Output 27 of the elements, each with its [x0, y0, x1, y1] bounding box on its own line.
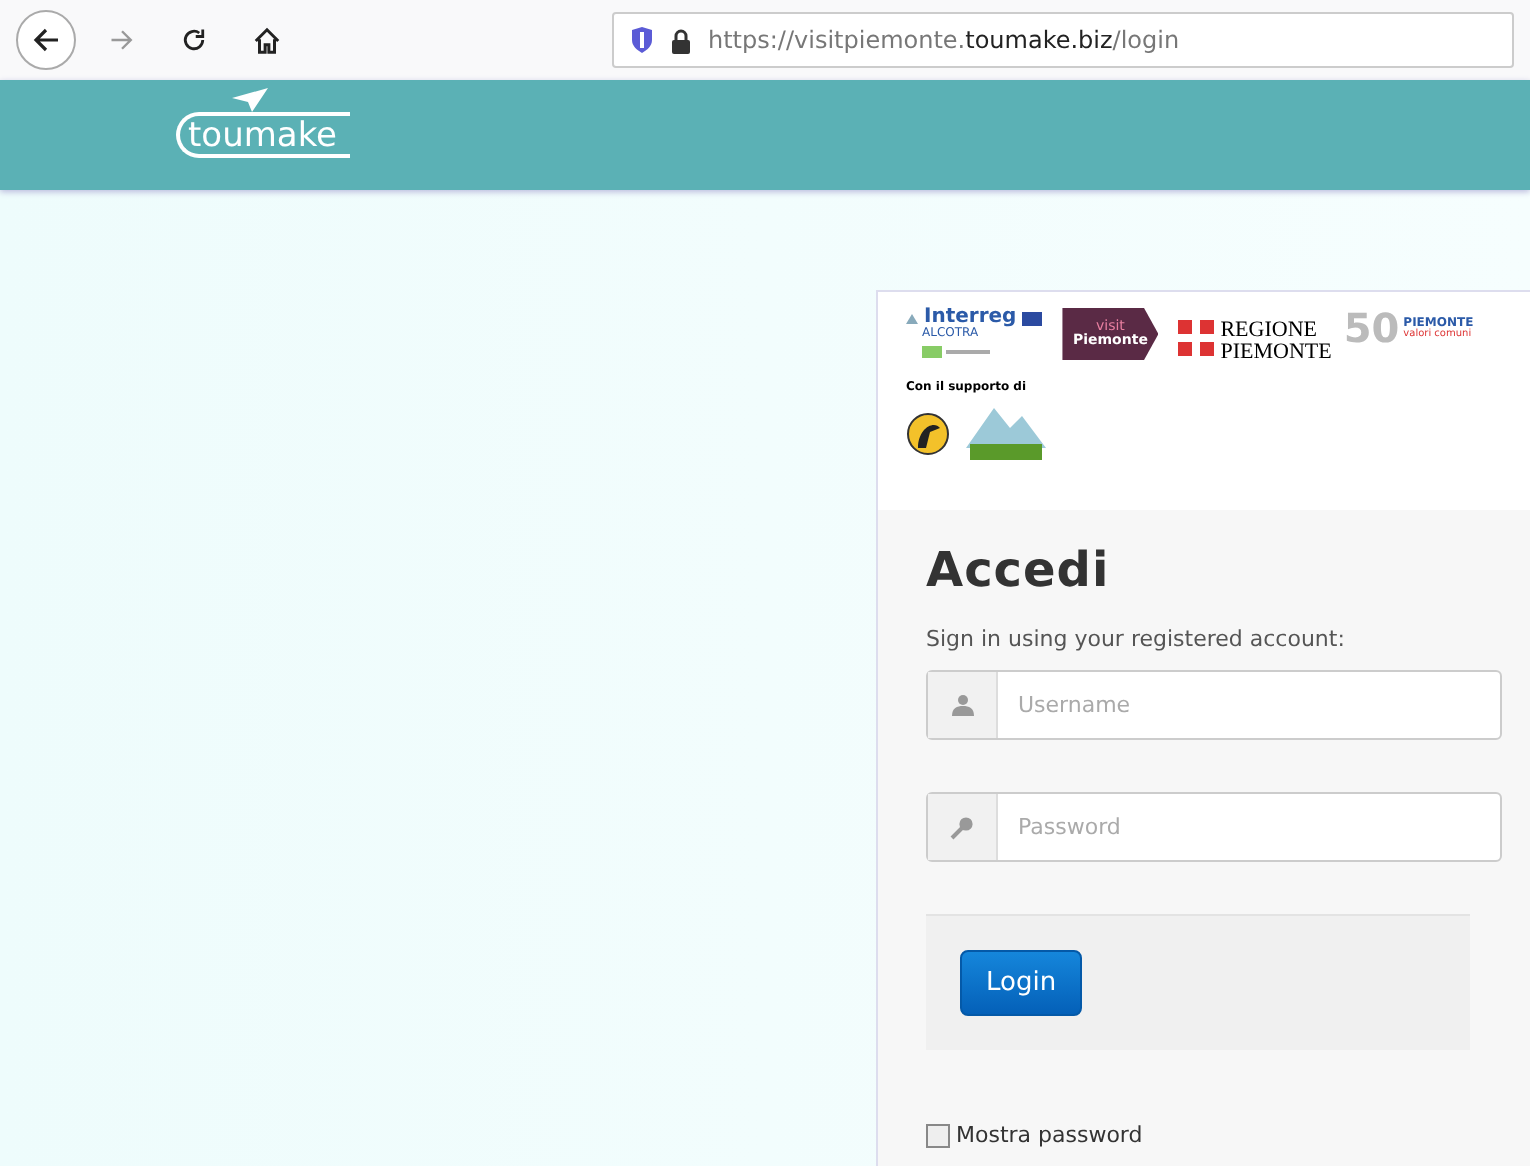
key-icon [950, 815, 974, 839]
url-text: https://visitpiemonte.toumake.biz/login [708, 26, 1180, 54]
login-title: Accedi [926, 542, 1112, 598]
login-button[interactable]: Login [960, 950, 1083, 1016]
user-icon [951, 694, 973, 716]
show-password-label: Mostra password [956, 1122, 1143, 1148]
back-arrow-icon [30, 24, 62, 56]
logo-text: REGIONE [1220, 320, 1319, 342]
reload-icon [180, 26, 208, 54]
logo-text: PIEMONTE [1220, 342, 1332, 364]
username-field[interactable]: Username [926, 670, 1502, 740]
triangle-icon [906, 313, 918, 323]
home-icon [251, 25, 281, 55]
password-field[interactable]: Password [926, 792, 1502, 862]
logo-text: 50 [1343, 308, 1400, 348]
lock-icon [670, 27, 692, 53]
logo-text: Interreg [924, 308, 1017, 328]
password-input[interactable]: Password [998, 794, 1500, 860]
back-button[interactable] [16, 10, 76, 70]
logo-text: toumake [176, 112, 350, 158]
address-bar[interactable]: https://visitpiemonte.toumake.biz/login [612, 12, 1514, 68]
login-subtitle: Sign in using your registered account: [926, 626, 1347, 652]
show-password-checkbox[interactable] [926, 1123, 950, 1147]
paper-plane-icon [232, 88, 268, 112]
username-input[interactable]: Username [998, 672, 1500, 738]
shield-icon [630, 26, 654, 54]
forward-arrow-icon [108, 26, 136, 54]
